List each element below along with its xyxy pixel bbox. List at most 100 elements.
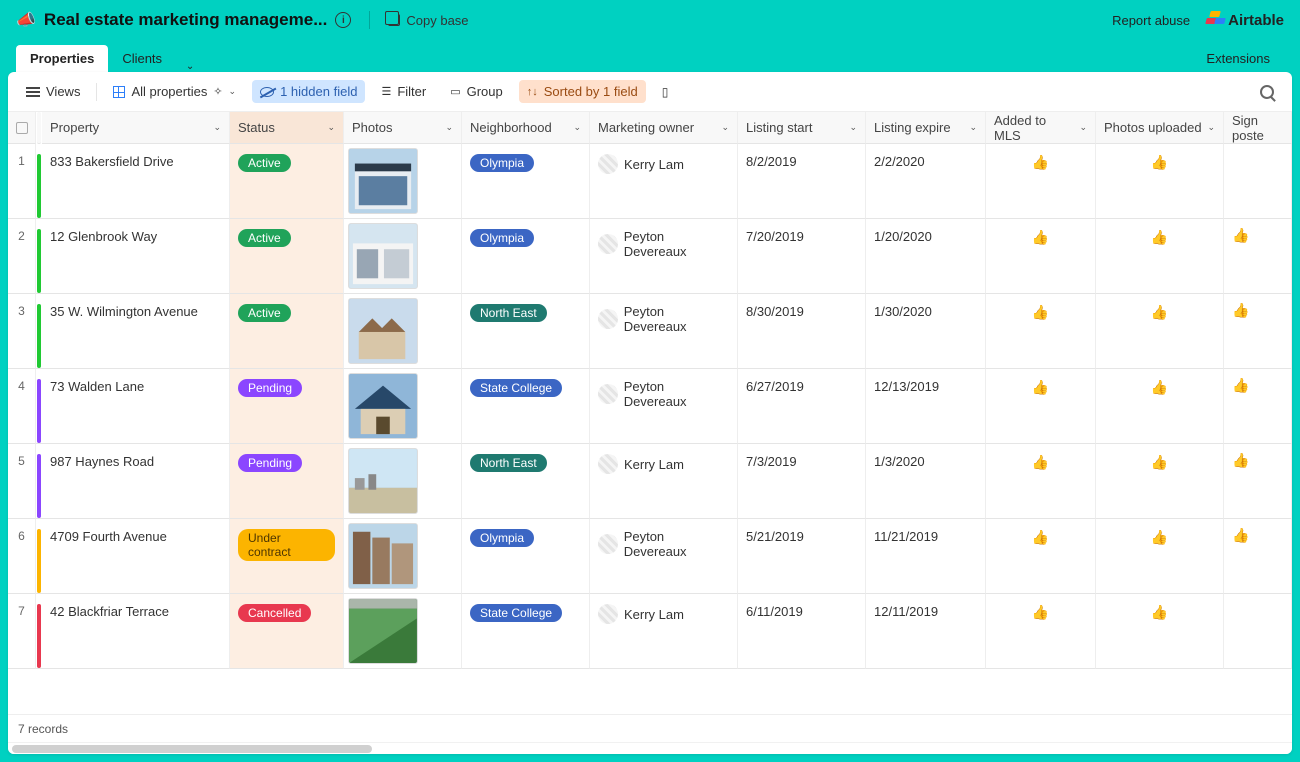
header-listing-expire[interactable]: Listing expire⌄ — [866, 112, 986, 144]
airtable-logo[interactable]: Airtable — [1206, 11, 1284, 29]
cell-status[interactable]: Active — [230, 294, 344, 369]
cell-neighborhood[interactable]: Olympia — [462, 144, 590, 219]
cell-property[interactable]: 987 Haynes Road — [42, 444, 230, 519]
cell-property[interactable]: 35 W. Wilmington Avenue — [42, 294, 230, 369]
cell-photos[interactable] — [344, 444, 462, 519]
row-number[interactable]: 4 — [8, 369, 36, 444]
header-property[interactable]: Property⌄ — [42, 112, 230, 144]
cell-status[interactable]: Under contract — [230, 519, 344, 594]
cell-photos[interactable] — [344, 594, 462, 669]
cell-status[interactable]: Active — [230, 144, 344, 219]
cell-sign-posted[interactable] — [1224, 594, 1292, 669]
cell-sign-posted[interactable]: 👍 — [1224, 444, 1292, 519]
cell-marketing-owner[interactable]: Peyton Devereaux — [590, 519, 738, 594]
cell-neighborhood[interactable]: State College — [462, 369, 590, 444]
extensions-button[interactable]: Extensions — [1192, 45, 1284, 72]
header-neighborhood[interactable]: Neighborhood⌄ — [462, 112, 590, 144]
row-height-button[interactable]: ▯ — [654, 81, 677, 103]
cell-listing-start[interactable]: 8/2/2019 — [738, 144, 866, 219]
info-icon[interactable]: i — [335, 12, 351, 28]
cell-photos-uploaded[interactable]: 👍 — [1096, 444, 1224, 519]
cell-photos-uploaded[interactable]: 👍 — [1096, 369, 1224, 444]
cell-neighborhood[interactable]: Olympia — [462, 519, 590, 594]
row-number[interactable]: 7 — [8, 594, 36, 669]
cell-listing-start[interactable]: 8/30/2019 — [738, 294, 866, 369]
cell-photos[interactable] — [344, 519, 462, 594]
cell-added-to-mls[interactable]: 👍 — [986, 219, 1096, 294]
sort-button[interactable]: ↑↓ Sorted by 1 field — [519, 80, 646, 103]
cell-neighborhood[interactable]: State College — [462, 594, 590, 669]
header-checkbox[interactable] — [8, 112, 36, 144]
cell-status[interactable]: Active — [230, 219, 344, 294]
cell-added-to-mls[interactable]: 👍 — [986, 294, 1096, 369]
cell-photos[interactable] — [344, 294, 462, 369]
cell-property[interactable]: 42 Blackfriar Terrace — [42, 594, 230, 669]
cell-listing-start[interactable]: 7/3/2019 — [738, 444, 866, 519]
cell-neighborhood[interactable]: North East — [462, 294, 590, 369]
cell-added-to-mls[interactable]: 👍 — [986, 444, 1096, 519]
view-picker[interactable]: All properties ✧ ⌄ — [105, 80, 244, 103]
cell-added-to-mls[interactable]: 👍 — [986, 519, 1096, 594]
cell-photos[interactable] — [344, 369, 462, 444]
cell-listing-expire[interactable]: 12/11/2019 — [866, 594, 986, 669]
search-button[interactable] — [1252, 81, 1282, 103]
cell-listing-start[interactable]: 5/21/2019 — [738, 519, 866, 594]
tab-menu-chevron[interactable]: ⌄ — [176, 61, 204, 72]
cell-added-to-mls[interactable]: 👍 — [986, 594, 1096, 669]
hidden-fields-button[interactable]: 1 hidden field — [252, 80, 365, 103]
row-number[interactable]: 3 — [8, 294, 36, 369]
cell-listing-start[interactable]: 6/11/2019 — [738, 594, 866, 669]
cell-sign-posted[interactable]: 👍 — [1224, 219, 1292, 294]
cell-listing-expire[interactable]: 1/3/2020 — [866, 444, 986, 519]
header-photos[interactable]: Photos⌄ — [344, 112, 462, 144]
cell-photos[interactable] — [344, 219, 462, 294]
header-added-to-mls[interactable]: Added to MLS⌄ — [986, 112, 1096, 144]
cell-status[interactable]: Pending — [230, 444, 344, 519]
cell-sign-posted[interactable] — [1224, 144, 1292, 219]
report-abuse-link[interactable]: Report abuse — [1112, 13, 1190, 28]
cell-property[interactable]: 833 Bakersfield Drive — [42, 144, 230, 219]
tab-properties[interactable]: Properties — [16, 45, 108, 72]
header-sign-posted[interactable]: Sign poste — [1224, 112, 1292, 144]
cell-listing-expire[interactable]: 2/2/2020 — [866, 144, 986, 219]
cell-listing-start[interactable]: 7/20/2019 — [738, 219, 866, 294]
cell-photos-uploaded[interactable]: 👍 — [1096, 294, 1224, 369]
cell-added-to-mls[interactable]: 👍 — [986, 369, 1096, 444]
header-marketing-owner[interactable]: Marketing owner⌄ — [590, 112, 738, 144]
cell-property[interactable]: 12 Glenbrook Way — [42, 219, 230, 294]
cell-marketing-owner[interactable]: Kerry Lam — [590, 444, 738, 519]
cell-photos-uploaded[interactable]: 👍 — [1096, 144, 1224, 219]
cell-sign-posted[interactable]: 👍 — [1224, 294, 1292, 369]
row-number[interactable]: 6 — [8, 519, 36, 594]
cell-property[interactable]: 73 Walden Lane — [42, 369, 230, 444]
cell-photos-uploaded[interactable]: 👍 — [1096, 594, 1224, 669]
filter-button[interactable]: ☰ Filter — [373, 80, 434, 103]
cell-listing-start[interactable]: 6/27/2019 — [738, 369, 866, 444]
cell-neighborhood[interactable]: Olympia — [462, 219, 590, 294]
grid-scroll[interactable]: Property⌄ Status⌄ Photos⌄ Neighborhood⌄ … — [8, 112, 1292, 714]
base-title[interactable]: Real estate marketing manageme... — [44, 10, 327, 30]
cell-photos-uploaded[interactable]: 👍 — [1096, 519, 1224, 594]
cell-marketing-owner[interactable]: Peyton Devereaux — [590, 369, 738, 444]
horizontal-scrollbar[interactable] — [8, 742, 1292, 754]
cell-status[interactable]: Pending — [230, 369, 344, 444]
cell-listing-expire[interactable]: 1/30/2020 — [866, 294, 986, 369]
row-number[interactable]: 1 — [8, 144, 36, 219]
row-number[interactable]: 5 — [8, 444, 36, 519]
cell-marketing-owner[interactable]: Kerry Lam — [590, 144, 738, 219]
copy-base-button[interactable]: Copy base — [388, 13, 468, 28]
header-photos-uploaded[interactable]: Photos uploaded⌄ — [1096, 112, 1224, 144]
cell-photos[interactable] — [344, 144, 462, 219]
header-listing-start[interactable]: Listing start⌄ — [738, 112, 866, 144]
cell-listing-expire[interactable]: 12/13/2019 — [866, 369, 986, 444]
cell-marketing-owner[interactable]: Peyton Devereaux — [590, 294, 738, 369]
cell-sign-posted[interactable]: 👍 — [1224, 369, 1292, 444]
tab-clients[interactable]: Clients — [108, 45, 176, 72]
cell-property[interactable]: 4709 Fourth Avenue — [42, 519, 230, 594]
group-button[interactable]: ▭ Group — [442, 80, 511, 103]
cell-sign-posted[interactable]: 👍 — [1224, 519, 1292, 594]
header-status[interactable]: Status⌄ — [230, 112, 344, 144]
row-number[interactable]: 2 — [8, 219, 36, 294]
cell-listing-expire[interactable]: 1/20/2020 — [866, 219, 986, 294]
views-button[interactable]: Views — [18, 80, 88, 103]
